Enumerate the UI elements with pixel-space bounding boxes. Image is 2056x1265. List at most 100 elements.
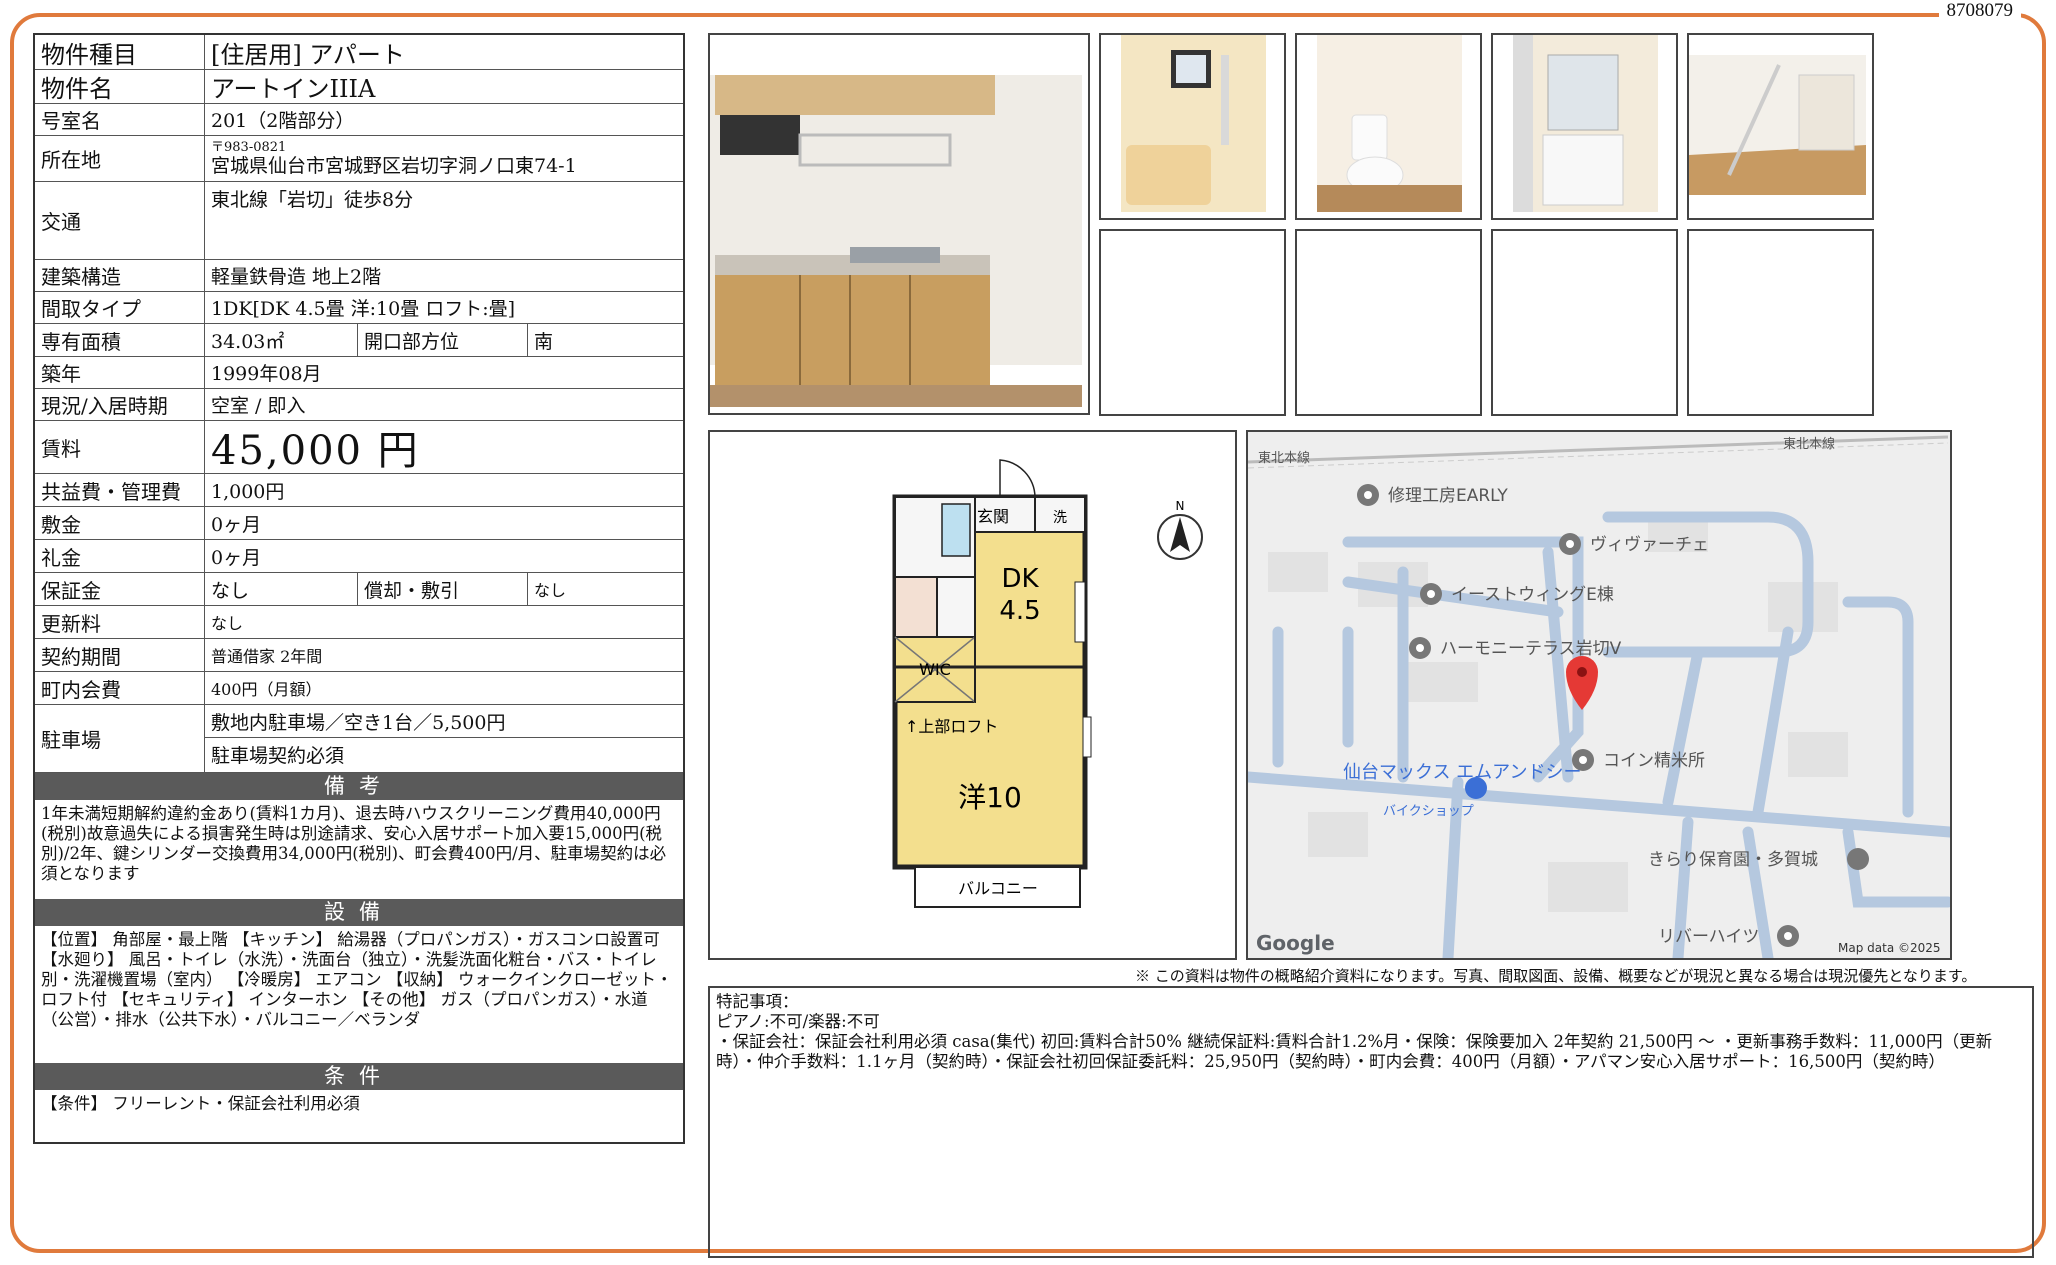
map-place-1: ヴィヴァーチェ xyxy=(1590,535,1709,555)
notes-line-1: ピアノ:不可/楽器:不可 xyxy=(716,1012,880,1031)
map-place-7: きらり保育園・多賀城 xyxy=(1648,850,1818,870)
fp-wash-label: 洗 xyxy=(1053,510,1067,526)
address-value: 宮城県仙台市宮城野区岩切字洞ノ口東74-1 xyxy=(211,155,577,177)
name-label: 物件名 xyxy=(35,70,205,103)
map-rail-left: 東北本線 xyxy=(1258,450,1310,466)
keymoney-label: 礼金 xyxy=(35,540,205,572)
kitchen-photo-image xyxy=(710,35,1082,407)
structure-value: 軽量鉄骨造 地上2階 xyxy=(211,266,382,288)
google-logo: Google xyxy=(1256,931,1335,955)
map-place-4: コイン精米所 xyxy=(1603,751,1705,771)
layout-value: 1DK[DK 4.5畳 洋:10畳 ロフト:畳] xyxy=(211,298,516,320)
deposit-value: 0ヶ月 xyxy=(211,513,262,536)
status-value: 空室 / 即入 xyxy=(211,395,306,417)
guarantee-value: なし xyxy=(205,573,358,605)
document-number: 8708079 xyxy=(1938,0,2021,22)
renewal-label: 更新料 xyxy=(35,606,205,638)
fee-value: 1,000円 xyxy=(211,480,285,503)
status-label: 現況/入居時期 xyxy=(35,389,205,420)
photo-toilet[interactable] xyxy=(1295,33,1482,220)
row-area: 専有面積 34.03㎡ 開口部方位 南 xyxy=(35,324,683,357)
contract-value: 普通借家 2年間 xyxy=(211,647,323,666)
direction-value: 南 xyxy=(534,330,554,353)
row-type: 物件種目 [住居用] アパート xyxy=(35,35,683,70)
room-value: 201（2階部分） xyxy=(211,110,355,132)
remarks-text: 1年未満短期解約違約金あり(賃料1カ月)、退去時ハウスクリーニング費用40,00… xyxy=(41,804,667,883)
photo-empty-2 xyxy=(1295,229,1482,416)
rent-label: 賃料 xyxy=(35,421,205,473)
fp-loft-label: ↑上部ロフト xyxy=(905,717,998,736)
photo-washbasin[interactable] xyxy=(1491,33,1678,220)
row-fee: 共益費・管理費 1,000円 xyxy=(35,474,683,507)
renewal-value: なし xyxy=(211,614,244,633)
row-keymoney: 礼金 0ヶ月 xyxy=(35,540,683,573)
area-value: 34.03㎡ xyxy=(205,324,358,356)
row-deposit: 敷金 0ヶ月 xyxy=(35,507,683,540)
floorplan-drawing: 玄関 洗 DK 4.5 WIC ↑上部ロフト 洋10 バルコニー N xyxy=(892,459,1203,908)
photo-empty-4 xyxy=(1687,229,1874,416)
fp-entrance-label: 玄関 xyxy=(977,507,1009,526)
photo-empty-3 xyxy=(1491,229,1678,416)
transport-label: 交通 xyxy=(35,182,205,259)
fp-balcony-label: バルコニー xyxy=(958,879,1038,898)
photo-room[interactable] xyxy=(1687,33,1874,220)
row-parking: 駐車場 敷地内駐車場／空き1台／5,500円 駐車場契約必須 xyxy=(35,705,683,773)
parking-value-1: 敷地内駐車場／空き1台／5,500円 xyxy=(205,705,683,738)
toilet-photo-image xyxy=(1297,35,1474,212)
floorplan-panel: 玄関 洗 DK 4.5 WIC ↑上部ロフト 洋10 バルコニー N xyxy=(708,430,1237,960)
lock-icon xyxy=(1465,777,1487,799)
map-panel[interactable]: 東北本線 東北本線 修理工房EARLY ヴィヴァーチェ イーストウィングE棟 ハ… xyxy=(1246,430,1952,960)
row-built: 築年 1999年08月 xyxy=(35,357,683,389)
address-cell: 〒983-0821 宮城県仙台市宮城野区岩切字洞ノ口東74-1 xyxy=(205,136,683,181)
direction-label: 開口部方位 xyxy=(358,324,528,356)
room-photo-image xyxy=(1689,35,1866,212)
notes-line-2: ・保証会社：保証会社利用必須 casa(集代) 初回:賃料合計50% 継続保証料… xyxy=(716,1032,1993,1071)
equipment-heading: 設備 xyxy=(35,899,683,926)
row-layout: 間取タイプ 1DK[DK 4.5畳 洋:10畳 ロフト:畳] xyxy=(35,292,683,324)
map-place-0: 修理工房EARLY xyxy=(1388,486,1508,506)
type-label: 物件種目 xyxy=(35,35,205,69)
name-value: アートインIIIA xyxy=(211,75,376,103)
photo-empty-1 xyxy=(1099,229,1286,416)
fee-label: 共益費・管理費 xyxy=(35,474,205,506)
photo-bath[interactable] xyxy=(1099,33,1286,220)
school-icon xyxy=(1847,848,1869,870)
map-credit: Map data ©2025 xyxy=(1838,941,1941,955)
built-value: 1999年08月 xyxy=(211,363,322,385)
room-label: 号室名 xyxy=(35,104,205,135)
structure-label: 建築構造 xyxy=(35,260,205,291)
row-status: 現況/入居時期 空室 / 即入 xyxy=(35,389,683,421)
fp-wic-label: WIC xyxy=(919,660,951,679)
row-renewal: 更新料 なし xyxy=(35,606,683,639)
fp-dk-size: 4.5 xyxy=(999,596,1040,626)
fp-dk-label: DK xyxy=(1001,564,1039,594)
parking-cell: 敷地内駐車場／空き1台／5,500円 駐車場契約必須 xyxy=(205,705,683,772)
caution-text: ※ この資料は物件の概略紹介資料になります。写真、間取図面、設備、概要などが現況… xyxy=(1135,967,1977,985)
map-place-8: リバーハイツ xyxy=(1658,927,1759,947)
map-place-5: 仙台マックス エムアンドシー xyxy=(1343,762,1581,783)
washbasin-photo-image xyxy=(1493,35,1670,212)
layout-label: 間取タイプ xyxy=(35,292,205,323)
built-label: 築年 xyxy=(35,357,205,388)
address-label: 所在地 xyxy=(35,136,205,181)
parking-label: 駐車場 xyxy=(35,705,205,772)
row-contract: 契約期間 普通借家 2年間 xyxy=(35,639,683,672)
notes-title: 特記事項： xyxy=(716,992,799,1011)
row-structure: 建築構造 軽量鉄骨造 地上2階 xyxy=(35,260,683,292)
row-transport: 交通 東北線「岩切」徒歩8分 xyxy=(35,182,683,260)
photo-kitchen[interactable] xyxy=(708,33,1090,415)
rent-value: 45,000 円 xyxy=(211,428,420,474)
type-value: [住居用] アパート xyxy=(211,40,405,69)
map-rail-right: 東北本線 xyxy=(1783,436,1835,452)
contract-label: 契約期間 xyxy=(35,639,205,671)
row-room: 号室名 201（2階部分） xyxy=(35,104,683,136)
conditions-text: 【条件】 フリーレント・保証会社利用必須 xyxy=(41,1094,360,1113)
amort-label: 償却・敷引 xyxy=(358,573,528,605)
map-image: 東北本線 東北本線 修理工房EARLY ヴィヴァーチェ イーストウィングE棟 ハ… xyxy=(1248,432,1950,958)
map-place-3: ハーモニーテラス岩切V xyxy=(1440,639,1622,659)
postal-code: 〒983-0821 xyxy=(211,140,287,155)
deposit-label: 敷金 xyxy=(35,507,205,539)
row-address: 所在地 〒983-0821 宮城県仙台市宮城野区岩切字洞ノ口東74-1 xyxy=(35,136,683,182)
map-place-6: バイクショップ xyxy=(1383,804,1474,819)
row-townfee: 町内会費 400円（月額） xyxy=(35,672,683,705)
